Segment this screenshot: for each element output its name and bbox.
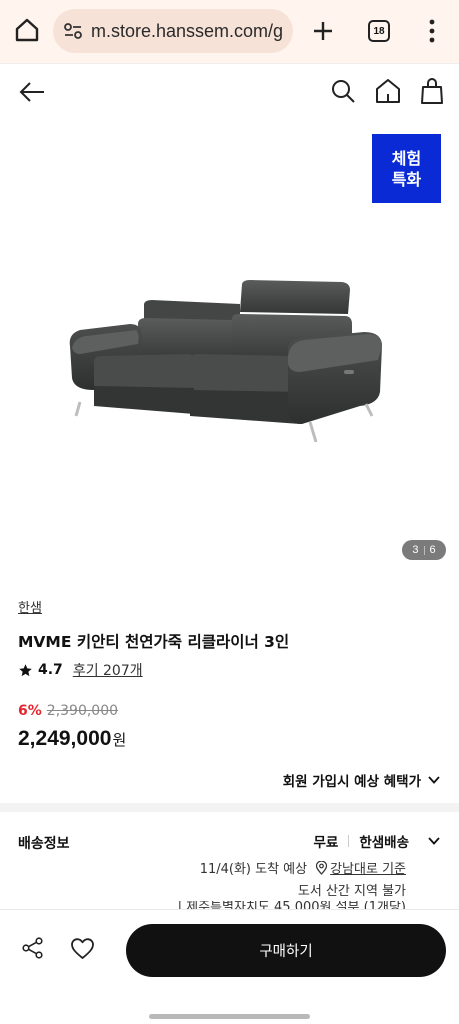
experience-badge: 체험 특화 [372,134,441,203]
shipping-summary-toggle[interactable]: 무료 한샘배송 [313,831,441,851]
plus-icon[interactable] [309,17,337,45]
section-divider [0,803,459,812]
buy-button[interactable]: 구매하기 [126,924,446,977]
rating-row: 4.7 후기 207개 [18,660,143,680]
jeju-shipping-note: | 제주특별자치도 45,000원 설부 (1개당) [177,901,406,909]
star-icon [19,663,32,676]
shopping-bag-icon[interactable] [420,77,444,105]
discount-percent: 6% [18,703,42,719]
member-benefit-label: 회원 가입시 예상 혜택가 [282,774,421,790]
member-benefit-toggle[interactable]: 회원 가입시 예상 혜택가 [283,770,441,790]
shipping-fee: 무료 [313,835,339,851]
shipping-label: 배송정보 [18,836,70,852]
chevron-down-icon [428,776,440,784]
tabs-icon[interactable]: 18 [368,20,390,42]
app-header [0,63,459,119]
arrival-estimate-row: 11/4(화) 도착 예상 강남대로 기준 [200,858,406,877]
tab-count: 18 [373,25,385,37]
location-pin-icon [315,860,328,875]
tune-icon[interactable] [63,21,83,41]
image-index: 3 [412,544,419,556]
product-title: MVME 키안티 천연가죽 리클라이너 3인 [18,633,290,651]
home-icon[interactable] [375,77,401,105]
brand-link[interactable]: 한샘 [18,597,42,616]
counter-divider [423,545,425,555]
back-arrow-icon[interactable] [18,78,46,106]
more-vert-icon[interactable] [422,18,442,44]
currency-unit: 원 [112,731,127,749]
bottom-action-bar: 구매하기 [0,909,459,1024]
product-image-carousel[interactable]: 체험 특화 3 6 [0,119,459,575]
share-icon[interactable] [22,937,44,959]
badge-line2: 특화 [391,169,422,189]
gesture-home-indicator[interactable] [149,1014,310,1019]
shipping-carrier: 한샘배송 [359,835,409,851]
shipping-restriction: 도서 산간 지역 불가 [297,884,406,899]
price-row: 2,249,000 원 [18,727,126,751]
url-text: m.store.hanssem.com/g [91,20,284,41]
image-total: 6 [429,544,436,556]
badge-line1: 체험 [391,148,422,168]
heart-icon[interactable] [70,937,95,960]
arrival-estimate: 11/4(화) 도착 예상 [199,862,308,877]
discount-row: 6% 2,390,000 [18,703,118,719]
image-counter: 3 6 [402,540,446,560]
reviews-link[interactable]: 후기 207개 [73,660,143,680]
search-icon[interactable] [330,78,356,104]
sale-price: 2,249,000 [18,727,112,750]
shipping-divider [348,835,350,847]
address-bar[interactable]: m.store.hanssem.com/g [53,9,293,53]
sofa-image [69,280,382,443]
location-link[interactable]: 강남대로 기준 [330,858,406,877]
original-price: 2,390,000 [46,703,119,719]
browser-toolbar: m.store.hanssem.com/g 18 [0,0,459,63]
rating-score: 4.7 [38,662,63,678]
home-icon[interactable] [13,16,41,44]
chevron-down-icon [428,837,440,845]
